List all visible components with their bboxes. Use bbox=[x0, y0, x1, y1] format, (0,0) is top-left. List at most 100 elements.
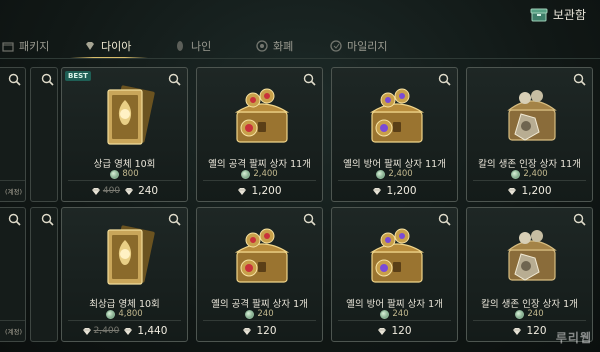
mileage-coin-icon bbox=[245, 309, 255, 319]
card-divider bbox=[203, 320, 316, 321]
nine-icon bbox=[177, 41, 183, 51]
product-name: 상급 영체 10회 bbox=[93, 159, 156, 170]
diamond-icon bbox=[243, 328, 252, 335]
price-value: 1,200 bbox=[251, 185, 282, 197]
product-name: 옐의 방어 팔찌 상자 11개 bbox=[343, 159, 446, 170]
zoom-icon[interactable] bbox=[41, 213, 54, 226]
zoom-icon[interactable] bbox=[573, 213, 586, 226]
zoom-icon[interactable] bbox=[303, 73, 316, 86]
account-note: (계정) bbox=[4, 328, 22, 336]
bonus-value: 4,800 bbox=[118, 309, 143, 319]
price-value: 1,200 bbox=[386, 185, 417, 197]
zoom-icon[interactable] bbox=[41, 73, 54, 86]
product-card[interactable]: 옐의 공격 팔찌 상자 1개 240 120 bbox=[196, 207, 323, 342]
bonus-value: 2,400 bbox=[523, 169, 548, 179]
mileage-icon bbox=[330, 40, 342, 52]
tab-currency-label: 화폐 bbox=[273, 40, 294, 53]
old-price: 400 bbox=[91, 186, 120, 196]
tab-nine-label: 나인 bbox=[191, 40, 212, 53]
zoom-icon[interactable] bbox=[573, 73, 586, 86]
card-divider bbox=[68, 320, 181, 321]
mileage-coin-icon bbox=[376, 169, 386, 179]
price-row: 2,400 1,440 bbox=[62, 325, 187, 337]
spirit-card-image bbox=[107, 85, 155, 145]
bonus-row: 2,400 bbox=[197, 169, 322, 179]
bonus-value: 240 bbox=[257, 309, 274, 319]
zoom-icon[interactable] bbox=[168, 73, 181, 86]
seal-chest-image bbox=[507, 90, 557, 141]
best-badge: BEST bbox=[65, 71, 91, 81]
diamond-icon bbox=[508, 188, 517, 195]
bonus-row: 240 bbox=[467, 309, 592, 319]
diamond-icon bbox=[513, 328, 522, 335]
bonus-value: 2,400 bbox=[388, 169, 413, 179]
tab-nine[interactable]: 나인 bbox=[174, 34, 211, 58]
card-divider bbox=[473, 320, 586, 321]
diamond-icon bbox=[86, 42, 94, 50]
zoom-icon[interactable] bbox=[303, 213, 316, 226]
price-row: 120 bbox=[197, 325, 322, 337]
product-card[interactable]: 최상급 영체 10회 4,800 2,400 1,440 bbox=[61, 207, 188, 342]
tab-package[interactable]: 패키지 bbox=[2, 34, 49, 58]
product-name: 옐의 공격 팔찌 상자 1개 bbox=[211, 299, 308, 310]
account-note: (계정) bbox=[4, 188, 22, 196]
product-card[interactable]: BEST 상급 영체 10회 800 400 240 bbox=[61, 67, 188, 202]
bonus-row: 2,400 bbox=[332, 169, 457, 179]
seal-chest-image bbox=[507, 230, 557, 281]
product-card[interactable]: 칼의 생존 인장 상자 1개 240 120 bbox=[466, 207, 593, 342]
diamond-icon bbox=[238, 188, 247, 195]
product-card[interactable]: 옐의 방어 팔찌 상자 1개 240 120 bbox=[331, 207, 458, 342]
price-value: 120 bbox=[256, 325, 277, 337]
price-value: 240 bbox=[138, 185, 159, 197]
price-row: 1,200 bbox=[332, 185, 457, 197]
product-card[interactable]: 옐의 방어 팔찌 상자 11개 2,400 1,200 bbox=[331, 67, 458, 202]
bracelet-chest-image bbox=[369, 88, 425, 143]
card-divider bbox=[0, 180, 25, 181]
mileage-coin-icon bbox=[106, 309, 116, 319]
price-row: 1,200 bbox=[467, 185, 592, 197]
coin-icon bbox=[256, 40, 268, 52]
zoom-icon[interactable] bbox=[168, 213, 181, 226]
diamond-icon bbox=[373, 188, 382, 195]
bonus-value: 240 bbox=[527, 309, 544, 319]
tab-package-label: 패키지 bbox=[19, 40, 50, 53]
mileage-coin-icon bbox=[241, 169, 251, 179]
tab-mileage[interactable]: 마일리지 bbox=[330, 34, 387, 58]
tab-diamond-label: 다이아 bbox=[101, 40, 132, 53]
storage-label: 보관함 bbox=[552, 8, 586, 22]
price-value: 1,440 bbox=[137, 325, 168, 337]
mileage-coin-icon bbox=[380, 309, 390, 319]
partial-card[interactable]: (계정) bbox=[0, 67, 26, 202]
mileage-coin-icon bbox=[511, 169, 521, 179]
bonus-value: 240 bbox=[392, 309, 409, 319]
product-card[interactable]: 옐의 공격 팔찌 상자 11개 2,400 1,200 bbox=[196, 67, 323, 202]
price-value: 120 bbox=[526, 325, 547, 337]
partial-card[interactable] bbox=[30, 67, 58, 202]
bonus-value: 800 bbox=[122, 169, 139, 179]
mileage-coin-icon bbox=[110, 169, 120, 179]
product-name: 최상급 영체 10회 bbox=[89, 299, 160, 310]
card-divider bbox=[338, 320, 451, 321]
card-divider bbox=[338, 180, 451, 181]
storage-button[interactable]: 보관함 bbox=[530, 6, 586, 23]
price-row: 120 bbox=[332, 325, 457, 337]
bonus-row: 240 bbox=[197, 309, 322, 319]
old-price: 2,400 bbox=[82, 326, 120, 336]
zoom-icon[interactable] bbox=[438, 213, 451, 226]
zoom-icon[interactable] bbox=[438, 73, 451, 86]
card-divider bbox=[68, 180, 181, 181]
spirit-card-image bbox=[107, 225, 155, 285]
zoom-icon[interactable] bbox=[8, 73, 21, 86]
price-value: 1,200 bbox=[521, 185, 552, 197]
zoom-icon[interactable] bbox=[8, 213, 21, 226]
bonus-row: 2,400 bbox=[467, 169, 592, 179]
card-divider bbox=[0, 320, 25, 321]
tab-diamond[interactable]: 다이아 bbox=[84, 34, 131, 58]
product-name: 칼의 생존 인장 상자 1개 bbox=[481, 299, 578, 310]
bonus-value: 2,400 bbox=[253, 169, 278, 179]
partial-card[interactable] bbox=[30, 207, 58, 342]
tab-currency[interactable]: 화폐 bbox=[256, 34, 293, 58]
product-card[interactable]: 칼의 생존 인장 상자 11개 2,400 1,200 bbox=[466, 67, 593, 202]
old-price-value: 2,400 bbox=[93, 326, 120, 336]
partial-card[interactable]: (계정) bbox=[0, 207, 26, 342]
